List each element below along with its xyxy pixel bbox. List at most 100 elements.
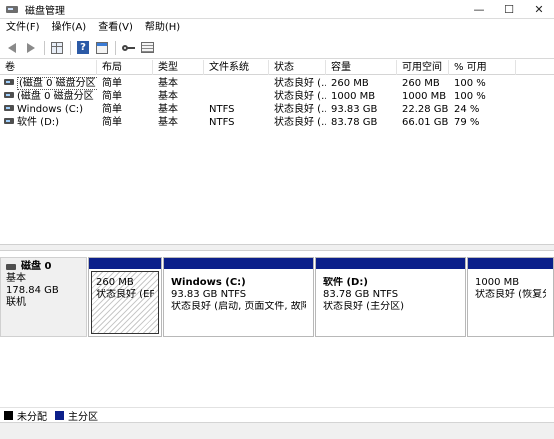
partition-size: 260 MB <box>96 277 134 288</box>
grid-view-icon <box>51 41 63 54</box>
unallocated-swatch <box>4 410 13 420</box>
volume-name-cell: (磁盘 0 磁盘分区 5) <box>0 90 97 103</box>
menu-view[interactable]: 查看(V) <box>92 19 139 37</box>
partition-size: 83.78 GB NTFS <box>323 289 399 300</box>
table-row[interactable]: 软件 (D:) 简单 基本 NTFS 状态良好 (... 83.78 GB 66… <box>0 116 554 129</box>
partition-status: 状态良好 (EFI 系 <box>96 289 154 300</box>
layout-cell: 简单 <box>102 117 122 128</box>
legend: 未分配 主分区 <box>0 407 554 423</box>
col-free-space[interactable]: 可用空间 <box>397 60 449 75</box>
legend-unallocated: 未分配 <box>4 408 47 423</box>
primary-partition-bar <box>164 258 313 269</box>
partition-efi[interactable]: 260 MB 状态良好 (EFI 系 <box>88 257 162 337</box>
capacity-cell: 260 MB <box>331 78 369 89</box>
capacity-cell: 83.78 GB <box>331 117 378 128</box>
back-arrow-icon <box>8 42 16 53</box>
key-button[interactable] <box>119 39 137 57</box>
partition-software-d[interactable]: 软件 (D:) 83.78 GB NTFS 状态良好 (主分区) <box>315 257 466 337</box>
disk-type: 基本 <box>6 273 26 284</box>
disk-management-app-icon <box>5 3 19 15</box>
pane-splitter[interactable] <box>0 244 554 251</box>
volume-icon <box>4 92 14 98</box>
disk-0-label[interactable]: 磁盘 0 基本 178.84 GB 联机 <box>0 257 87 337</box>
capacity-cell: 1000 MB <box>331 91 376 102</box>
close-button[interactable]: ✕ <box>524 0 554 19</box>
disk-graphical-view[interactable]: 磁盘 0 基本 178.84 GB 联机 260 MB 状态良好 (EFI 系 … <box>0 251 554 407</box>
disk-icon <box>6 264 16 270</box>
status-cell: 状态良好 (... <box>274 78 326 89</box>
disk-0-partitions: 260 MB 状态良好 (EFI 系 Windows (C:) 93.83 GB… <box>88 257 554 337</box>
help-icon: ? <box>77 41 89 54</box>
percent-free-cell: 79 % <box>454 117 480 128</box>
type-cell: 基本 <box>158 91 178 102</box>
partition-name: 软件 (D:) <box>323 277 368 288</box>
table-row[interactable]: (磁盘 0 磁盘分区 1) 简单 基本 状态良好 (... 260 MB 260… <box>0 77 554 90</box>
menu-bar: 文件(F) 操作(A) 查看(V) 帮助(H) <box>0 19 554 37</box>
table-row[interactable]: (磁盘 0 磁盘分区 5) 简单 基本 状态良好 (... 1000 MB 10… <box>0 90 554 103</box>
type-cell: 基本 <box>158 104 178 115</box>
back-button[interactable] <box>3 39 21 57</box>
toolbar-separator <box>44 40 45 55</box>
disk-size: 178.84 GB <box>6 285 59 296</box>
menu-help[interactable]: 帮助(H) <box>139 19 186 37</box>
panel-icon <box>96 41 108 54</box>
partition-windows-c[interactable]: Windows (C:) 93.83 GB NTFS 状态良好 (启动, 页面文… <box>163 257 314 337</box>
minimize-button[interactable]: — <box>464 0 494 19</box>
partition-recovery[interactable]: 1000 MB 状态良好 (恢复分区) <box>467 257 554 337</box>
percent-free-cell: 24 % <box>454 104 480 115</box>
col-filesystem[interactable]: 文件系统 <box>204 60 269 75</box>
forward-button[interactable] <box>22 39 40 57</box>
col-layout[interactable]: 布局 <box>97 60 153 75</box>
filesystem-cell: NTFS <box>209 117 235 128</box>
volume-icon <box>4 118 14 124</box>
volume-name-cell: (磁盘 0 磁盘分区 1) <box>0 77 97 90</box>
partition-status: 状态良好 (主分区) <box>323 301 404 312</box>
filesystem-cell <box>204 90 269 103</box>
status-cell: 状态良好 (... <box>274 117 326 128</box>
layout-cell: 简单 <box>102 104 122 115</box>
window-title: 磁盘管理 <box>25 5 65 17</box>
volume-name-cell: 软件 (D:) <box>0 116 97 129</box>
free-space-cell: 66.01 GB <box>402 117 449 128</box>
volume-list[interactable]: 卷 布局 类型 文件系统 状态 容量 可用空间 % 可用 (磁盘 0 磁盘分区 … <box>0 60 554 244</box>
free-space-cell: 260 MB <box>402 78 440 89</box>
partition-size: 1000 MB <box>475 277 520 288</box>
filesystem-cell: NTFS <box>209 104 235 115</box>
primary-partition-bar <box>316 258 465 269</box>
capacity-cell: 93.83 GB <box>331 104 378 115</box>
maximize-button[interactable]: ☐ <box>494 0 524 19</box>
show-hide-console-tree-button[interactable] <box>48 39 66 57</box>
col-status[interactable]: 状态 <box>269 60 326 75</box>
free-space-cell: 22.28 GB <box>402 104 449 115</box>
toolbar-separator <box>115 40 116 55</box>
toolbar: ? <box>0 37 554 59</box>
toolbar-separator <box>70 40 71 55</box>
table-row[interactable]: Windows (C:) 简单 基本 NTFS 状态良好 (... 93.83 … <box>0 103 554 116</box>
free-space-cell: 1000 MB <box>402 91 447 102</box>
volume-icon <box>4 105 14 111</box>
menu-action[interactable]: 操作(A) <box>46 19 93 37</box>
type-cell: 基本 <box>158 78 178 89</box>
col-type[interactable]: 类型 <box>153 60 204 75</box>
type-cell: 基本 <box>158 117 178 128</box>
layout-cell: 简单 <box>102 91 122 102</box>
volume-icon <box>4 79 14 85</box>
legend-primary-partition: 主分区 <box>55 408 98 423</box>
col-percent-free[interactable]: % 可用 <box>449 60 516 75</box>
partition-status: 状态良好 (启动, 页面文件, 故障转储 <box>171 301 306 312</box>
volume-list-header: 卷 布局 类型 文件系统 状态 容量 可用空间 % 可用 <box>0 60 554 75</box>
percent-free-cell: 100 % <box>454 91 486 102</box>
panel-button[interactable] <box>93 39 111 57</box>
help-button[interactable]: ? <box>74 39 92 57</box>
disk-name: 磁盘 0 <box>21 261 52 272</box>
primary-partition-bar <box>468 258 553 269</box>
status-bar <box>0 422 554 439</box>
properties-button[interactable] <box>138 39 156 57</box>
col-capacity[interactable]: 容量 <box>326 60 397 75</box>
disk-state: 联机 <box>6 297 26 308</box>
menu-file[interactable]: 文件(F) <box>0 19 46 37</box>
partition-status: 状态良好 (恢复分区) <box>475 289 546 300</box>
status-cell: 状态良好 (... <box>274 91 326 102</box>
window-controls: — ☐ ✕ <box>464 0 554 19</box>
col-volume[interactable]: 卷 <box>0 60 97 75</box>
